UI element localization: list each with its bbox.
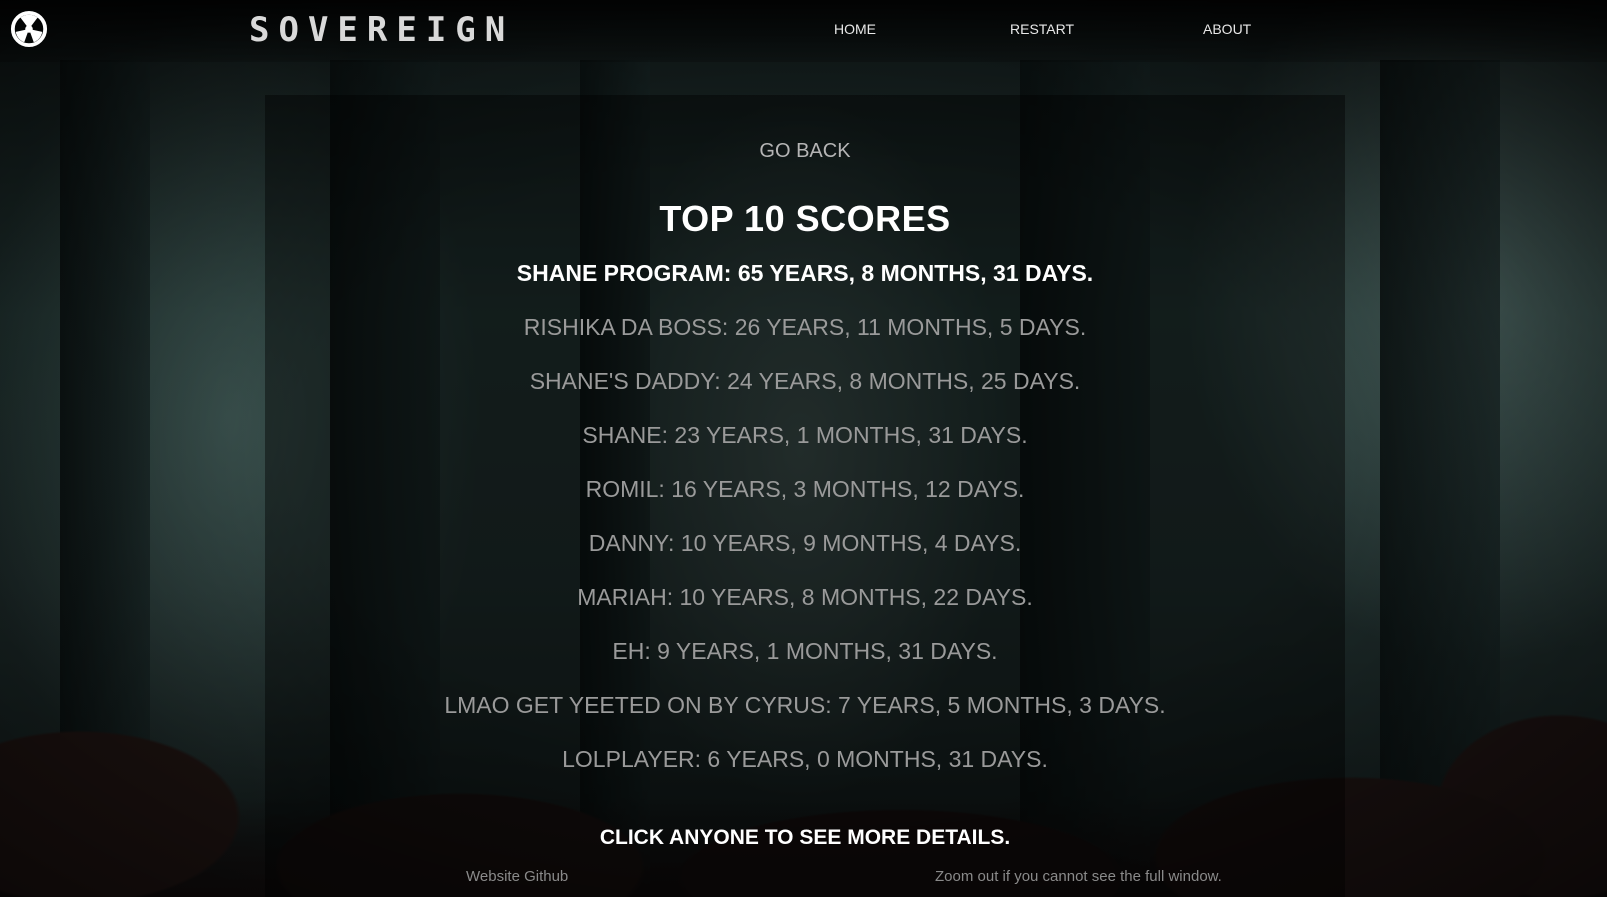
score-item-1[interactable]: SHANE PROGRAM: 65 YEARS, 8 MONTHS, 31 DA…: [265, 258, 1345, 312]
details-hint: CLICK ANYONE TO SEE MORE DETAILS.: [599, 826, 1011, 849]
score-item-7[interactable]: MARIAH: 10 YEARS, 8 MONTHS, 22 DAYS.: [265, 582, 1345, 636]
scores-title: TOP 10 SCORES: [659, 198, 951, 239]
score-item-5[interactable]: ROMIL: 16 YEARS, 3 MONTHS, 12 DAYS.: [265, 474, 1345, 528]
score-item-8[interactable]: EH: 9 YEARS, 1 MONTHS, 31 DAYS.: [265, 636, 1345, 690]
nav-restart[interactable]: RESTART: [1010, 21, 1074, 37]
radiation-icon[interactable]: [10, 10, 48, 48]
score-item-9[interactable]: LMAO GET YEETED ON BY CYRUS: 7 YEARS, 5 …: [265, 690, 1345, 744]
score-item-3[interactable]: SHANE'S DADDY: 24 YEARS, 8 MONTHS, 25 DA…: [265, 366, 1345, 420]
zoom-note: Zoom out if you cannot see the full wind…: [935, 868, 1222, 885]
score-item-4[interactable]: SHANE: 23 YEARS, 1 MONTHS, 31 DAYS.: [265, 420, 1345, 474]
score-item-6[interactable]: DANNY: 10 YEARS, 9 MONTHS, 4 DAYS.: [265, 528, 1345, 582]
github-link[interactable]: Website Github: [466, 868, 568, 885]
score-list: SHANE PROGRAM: 65 YEARS, 8 MONTHS, 31 DA…: [265, 258, 1345, 798]
brand-title[interactable]: SOVEREIGN: [249, 10, 514, 50]
nav-about[interactable]: ABOUT: [1203, 21, 1251, 37]
top-navbar: SOVEREIGN HOME RESTART ABOUT: [0, 0, 1607, 62]
score-item-2[interactable]: RISHIKA DA BOSS: 26 YEARS, 11 MONTHS, 5 …: [265, 312, 1345, 366]
go-back-button[interactable]: GO BACK: [265, 140, 1345, 163]
nav-home[interactable]: HOME: [834, 21, 876, 37]
score-item-10[interactable]: LOLPLAYER: 6 YEARS, 0 MONTHS, 31 DAYS.: [265, 744, 1345, 798]
